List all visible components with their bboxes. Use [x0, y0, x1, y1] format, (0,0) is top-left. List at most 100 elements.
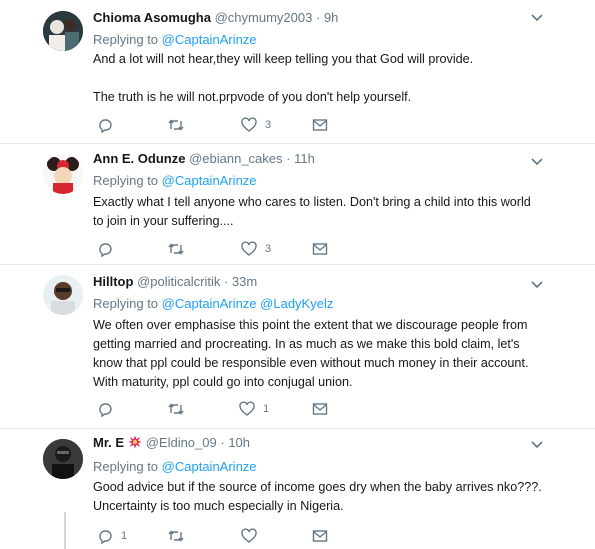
mention-link[interactable]: @LadyKyelz	[260, 296, 333, 311]
retweet-button[interactable]	[167, 527, 193, 545]
avatar[interactable]	[43, 439, 83, 479]
like-icon	[241, 241, 257, 256]
timestamp[interactable]: 33m	[232, 274, 257, 289]
message-icon	[312, 243, 328, 255]
tweet-text-line: And a lot will not hear,they will keep t…	[93, 52, 474, 66]
retweet-button[interactable]	[167, 400, 193, 418]
replying-prefix: Replying to	[93, 32, 159, 47]
tweet[interactable]: Mr. E @Eldino_09 · 10h Replying to @Capt…	[0, 429, 595, 549]
separator-dot: ·	[315, 10, 321, 25]
tweet-actions: 3	[93, 116, 353, 134]
like-button[interactable]: 3	[241, 116, 271, 134]
replying-prefix: Replying to	[93, 296, 159, 311]
user-handle[interactable]: @politicalcritik	[137, 274, 220, 289]
tweet-text: And a lot will not hear,they will keep t…	[93, 50, 553, 107]
separator-dot: ·	[223, 274, 229, 289]
avatar[interactable]	[43, 11, 83, 51]
timestamp[interactable]: 10h	[228, 435, 250, 450]
reply-button[interactable]	[97, 116, 121, 134]
replying-to: Replying to @CaptainArinze @LadyKyelz	[93, 296, 333, 312]
tweet-text-line: The truth is he will not.prpvode of you …	[93, 90, 412, 104]
tweet-actions: 1	[93, 527, 353, 545]
timestamp[interactable]: 9h	[324, 10, 338, 25]
tweet[interactable]: Ann E. Odunze @ebiann_cakes · 11h Replyi…	[0, 144, 595, 265]
replying-prefix: Replying to	[93, 173, 159, 188]
like-button[interactable]	[241, 527, 265, 545]
retweet-icon	[168, 530, 184, 542]
mention-link[interactable]: @CaptainArinze	[162, 32, 257, 47]
tweet-text-line: Exactly what I tell anyone who cares to …	[93, 195, 531, 209]
display-name[interactable]: Chioma Asomugha	[93, 10, 211, 25]
tweet-header: Hilltop @politicalcritik · 33m	[93, 274, 257, 290]
user-handle[interactable]: @ebiann_cakes	[189, 151, 282, 166]
chevron-down-icon[interactable]	[530, 280, 544, 290]
replying-prefix: Replying to	[93, 459, 159, 474]
tweet-text-line	[93, 69, 553, 88]
reply-button[interactable]	[97, 240, 121, 258]
chevron-down-icon[interactable]	[530, 157, 544, 167]
tweet-text: We often over emphasise this point the e…	[93, 316, 553, 392]
message-button[interactable]	[312, 240, 328, 258]
like-count: 3	[265, 243, 272, 255]
mention-link[interactable]: @CaptainArinze	[162, 459, 257, 474]
chevron-down-icon[interactable]	[530, 13, 544, 23]
message-button[interactable]	[312, 527, 328, 545]
tweet-text-line: know that ppl could be responsible even …	[93, 356, 529, 370]
tweet-text: Good advice but if the source of income …	[93, 478, 553, 516]
display-name[interactable]: Hilltop	[93, 274, 133, 289]
tweet-text-line: We often over emphasise this point the e…	[93, 318, 528, 332]
reply-icon	[99, 243, 112, 257]
user-handle[interactable]: @Eldino_09	[146, 435, 217, 450]
avatar[interactable]	[43, 275, 83, 315]
reply-icon	[99, 530, 112, 544]
fire-emoji-icon	[128, 435, 142, 449]
tweet-text-line: getting married and procreating. In as m…	[93, 337, 520, 351]
display-name[interactable]: Mr. E	[93, 435, 124, 450]
tweet-header: Chioma Asomugha @chymumy2003 · 9h	[93, 10, 338, 26]
replying-to: Replying to @CaptainArinze	[93, 32, 257, 48]
tweet-text-line: to join in your suffering....	[93, 214, 234, 228]
retweet-icon	[168, 403, 184, 415]
like-icon	[241, 528, 257, 543]
reply-icon	[99, 119, 112, 133]
like-button[interactable]: 1	[239, 400, 269, 418]
tweet-header: Ann E. Odunze @ebiann_cakes · 11h	[93, 151, 315, 167]
like-icon	[239, 401, 255, 416]
user-handle[interactable]: @chymumy2003	[215, 10, 313, 25]
timestamp[interactable]: 11h	[294, 151, 315, 166]
separator-dot: ·	[286, 151, 291, 166]
like-count: 3	[265, 119, 272, 131]
message-button[interactable]	[312, 400, 328, 418]
like-icon	[241, 117, 257, 132]
mention-link[interactable]: @CaptainArinze	[162, 296, 257, 311]
reply-count: 1	[121, 530, 128, 542]
chevron-down-icon[interactable]	[530, 440, 544, 450]
reply-button[interactable]	[97, 400, 121, 418]
message-button[interactable]	[312, 116, 328, 134]
tweet[interactable]: Hilltop @politicalcritik · 33m Replying …	[0, 265, 595, 429]
reply-button[interactable]: 1	[97, 527, 127, 545]
replying-to: Replying to @CaptainArinze	[93, 173, 257, 189]
message-icon	[312, 403, 328, 415]
retweet-icon	[168, 243, 184, 255]
avatar[interactable]	[43, 154, 83, 194]
tweet[interactable]: Chioma Asomugha @chymumy2003 · 9h Replyi…	[0, 0, 595, 144]
retweet-button[interactable]	[167, 240, 193, 258]
tweet-actions: 3	[93, 240, 353, 258]
tweet-text-line: With maturity, ppl could go into conjuga…	[93, 375, 353, 389]
like-count: 1	[263, 403, 270, 415]
tweet-actions: 1	[93, 400, 353, 418]
like-button[interactable]: 3	[241, 240, 271, 258]
tweet-text-line: Uncertainty is too much especially in Ni…	[93, 499, 344, 513]
tweet-text: Exactly what I tell anyone who cares to …	[93, 193, 553, 231]
replying-to: Replying to @CaptainArinze	[93, 459, 257, 475]
retweet-button[interactable]	[167, 116, 193, 134]
mention-link[interactable]: @CaptainArinze	[162, 173, 257, 188]
tweet-text-line: Good advice but if the source of income …	[93, 480, 542, 494]
tweet-header: Mr. E @Eldino_09 · 10h	[93, 435, 250, 451]
display-name[interactable]: Ann E. Odunze	[93, 151, 185, 166]
separator-dot: ·	[220, 435, 225, 450]
retweet-icon	[168, 119, 184, 131]
message-icon	[312, 119, 328, 131]
reply-icon	[99, 403, 112, 417]
